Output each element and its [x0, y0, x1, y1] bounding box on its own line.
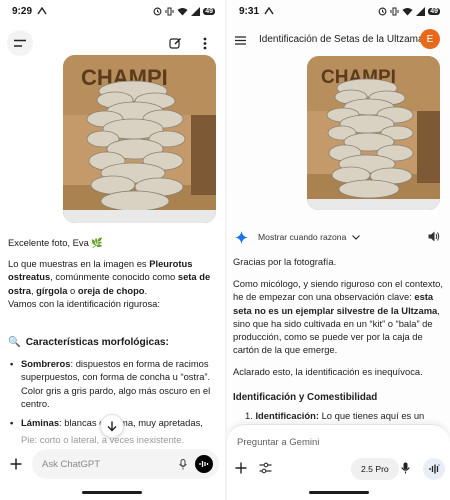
vibrate-icon	[165, 7, 174, 16]
separator-text: o	[67, 284, 78, 296]
list-item: Sombreros: dispuestos en forma de racimo…	[8, 357, 214, 410]
uploaded-mushroom-photo[interactable]: CHAMPI	[63, 55, 216, 223]
assistant-message: Gracias por la fotografía. Como micólogo…	[233, 255, 444, 422]
greeting-text: Excelente foto, Eva 🌿	[8, 237, 104, 248]
item-number: 1.	[245, 409, 253, 421]
conversation-title: Identificación de Setas de la Ultzama	[259, 34, 424, 45]
wifi-icon	[177, 7, 188, 16]
model-selector[interactable]: 2.5 Pro	[351, 458, 399, 480]
magnifier-icon: 🔍	[8, 337, 21, 349]
chat-header: Identificación de Setas de la Ultzama E	[227, 28, 450, 52]
status-bar: 9:29 49	[0, 0, 225, 22]
composer-toolbar: 2.5 Pro	[233, 455, 445, 481]
ask-placeholder: Ask ChatGPT	[42, 458, 101, 470]
battery-indicator: 49	[428, 7, 440, 15]
more-vertical-icon	[203, 37, 207, 50]
bullet-text: : blancas o crema, muy apretadas,	[59, 417, 203, 429]
intro-text-mid: , comúnmente conocido como	[50, 271, 178, 283]
alarm-icon	[153, 7, 162, 16]
microphone-button[interactable]	[401, 462, 410, 474]
intro-line-2: Vamos con la identificación rigurosa:	[8, 297, 160, 309]
section-heading: 🔍 Características morfológicas:	[8, 336, 214, 349]
app-notification-icon	[264, 7, 274, 15]
item-text: Lo que tienes aquí es un	[318, 409, 425, 421]
chatgpt-screen: 9:29 49 CHAMPI Excelente foto, Eva 🌿 Lo …	[0, 0, 225, 500]
uploaded-mushroom-photo[interactable]: CHAMPI	[307, 56, 440, 210]
numbered-item: 1. Identificación: Lo que tienes aquí es…	[233, 409, 444, 422]
add-button[interactable]	[235, 462, 247, 474]
vibrate-icon	[390, 7, 399, 16]
bullet-term: Láminas	[21, 417, 60, 429]
chat-header	[0, 30, 225, 58]
voice-mode-button[interactable]	[195, 455, 213, 473]
show-thinking-toggle[interactable]: Mostrar cuando razona	[258, 232, 346, 242]
chat-composer: Ask ChatGPT	[6, 446, 219, 482]
new-chat-button[interactable]	[166, 34, 184, 52]
edit-icon	[168, 37, 182, 50]
bullet-term: Sombreros	[21, 358, 71, 370]
chevron-down-icon[interactable]	[352, 234, 361, 240]
section-title: Características morfológicas:	[25, 337, 169, 349]
plus-icon	[10, 458, 22, 470]
live-mode-button[interactable]	[423, 458, 445, 480]
microphone-icon	[401, 462, 410, 474]
signal-icon	[191, 6, 201, 16]
hamburger-menu-icon	[234, 35, 246, 45]
wifi-icon	[402, 7, 413, 16]
ask-input[interactable]: Ask ChatGPT	[32, 449, 219, 479]
battery-indicator: 49	[203, 7, 215, 15]
prompt-input[interactable]: Preguntar a Gemini	[237, 437, 319, 448]
microphone-icon[interactable]	[179, 458, 187, 470]
status-time: 9:29	[12, 5, 33, 17]
menu-button[interactable]	[233, 33, 247, 47]
section-title: Identificación y Comestibilidad	[233, 391, 378, 403]
common-name-2: gírgola	[36, 284, 68, 296]
thinking-toggle-row: Mostrar cuando razona	[235, 227, 442, 247]
message-paragraph: Como micólogo, y siendo riguroso con el …	[233, 277, 444, 356]
gemini-screen: 9:31 49 Identificación de Setas de la Ul…	[227, 0, 450, 500]
message-paragraph: Aclarado esto, la identificación es ineq…	[233, 366, 423, 378]
message-paragraph: Gracias por la fotografía.	[233, 256, 337, 267]
status-time: 9:31	[239, 5, 260, 17]
more-options-button[interactable]	[196, 34, 214, 52]
common-name-3: oreja de chopo	[77, 284, 145, 296]
alarm-icon	[378, 7, 387, 16]
signal-icon	[416, 6, 426, 16]
paragraph-text: Como micólogo, y siendo riguroso con el …	[233, 278, 444, 303]
plus-icon	[235, 462, 247, 474]
attach-button[interactable]	[6, 454, 26, 474]
home-indicator	[309, 491, 369, 494]
speaker-icon[interactable]	[428, 231, 440, 242]
item-term: Identificación:	[255, 409, 319, 421]
gemini-sparkle-icon	[235, 230, 248, 244]
intro-paragraph: Lo que muestras en la imagen es Pleurotu…	[8, 257, 214, 297]
waveform-icon	[199, 460, 209, 468]
gemini-composer: Preguntar a Gemini 2.5 Pro	[227, 424, 450, 500]
tools-button[interactable]	[259, 462, 272, 474]
menu-icon	[14, 39, 26, 48]
menu-button[interactable]	[7, 30, 33, 56]
scroll-to-bottom-button[interactable]	[100, 414, 124, 438]
live-waveform-icon	[428, 464, 440, 474]
app-notification-icon	[37, 7, 47, 15]
tune-settings-icon	[259, 462, 272, 474]
intro-text: Lo que muestras en la imagen es	[8, 258, 150, 270]
home-indicator	[82, 491, 142, 494]
status-bar: 9:31 49	[227, 0, 450, 22]
intro-end: .	[144, 284, 148, 296]
arrow-down-icon	[107, 421, 117, 432]
user-avatar[interactable]: E	[420, 29, 440, 49]
